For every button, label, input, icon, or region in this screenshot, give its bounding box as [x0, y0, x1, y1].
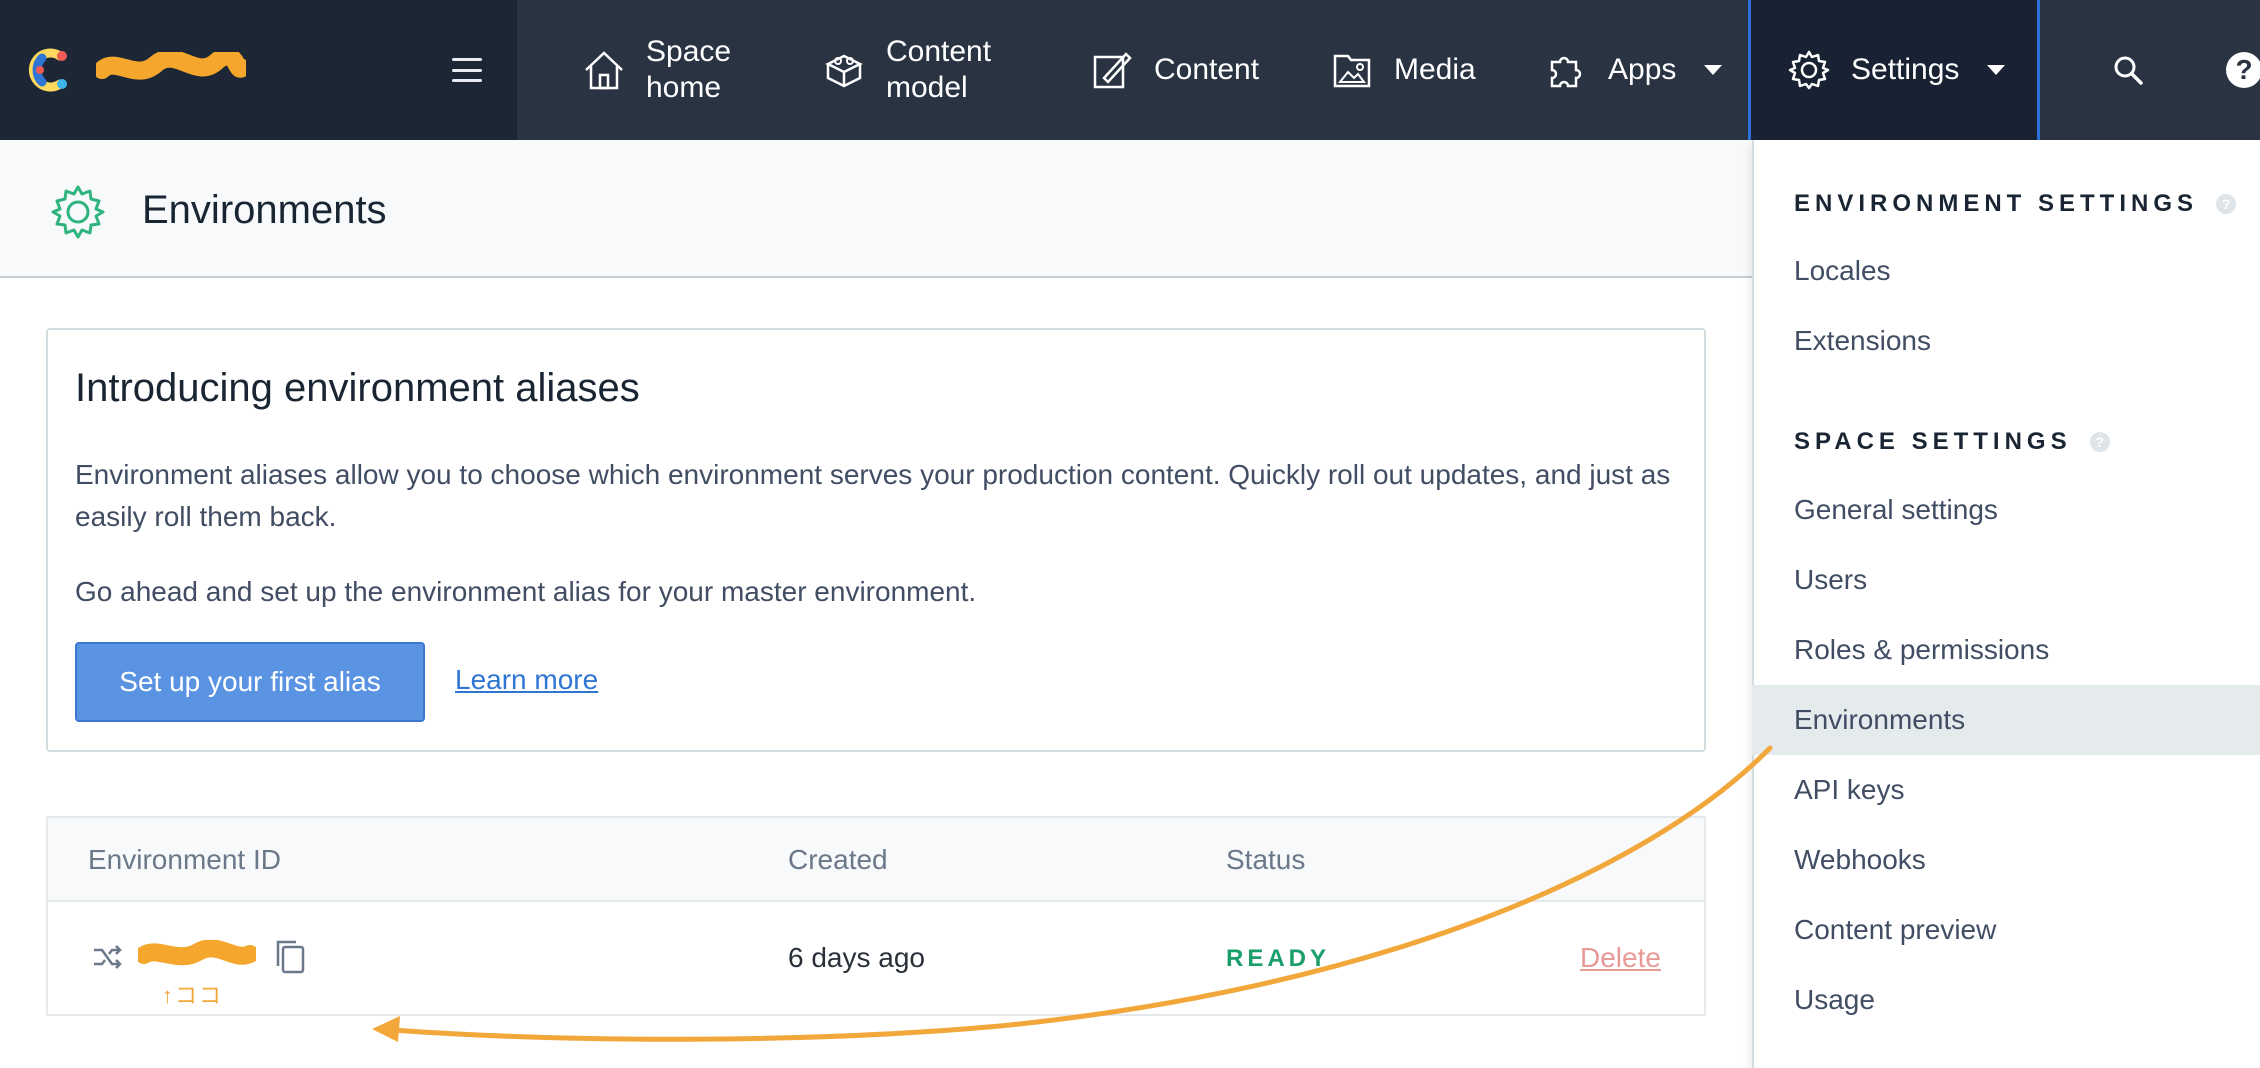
- nav-settings-label: Settings: [1851, 53, 1960, 86]
- alias-card-title: Introducing environment aliases: [75, 366, 640, 410]
- nav-space-home[interactable]: Space home: [582, 0, 731, 140]
- nav-apps[interactable]: Apps: [1544, 0, 1723, 140]
- column-header-environment-id: Environment ID: [88, 844, 281, 875]
- section-heading-space-settings: SPACE SETTINGS ?: [1794, 428, 2110, 456]
- media-icon: [1333, 54, 1371, 88]
- menu-item-extensions[interactable]: Extensions: [1752, 306, 2260, 376]
- menu-item-roles-permissions[interactable]: Roles & permissions: [1752, 615, 2260, 685]
- chevron-down-icon: [1704, 65, 1723, 75]
- column-header-status: Status: [1226, 844, 1306, 875]
- help-circle-icon[interactable]: ?: [2089, 432, 2110, 452]
- hamburger-icon[interactable]: [452, 58, 482, 82]
- alias-card-prompt: Go ahead and set up the environment alia…: [75, 576, 977, 607]
- section-heading-environment-settings: ENVIRONMENT SETTINGS ?: [1794, 190, 2237, 218]
- help-icon[interactable]: ?: [2226, 52, 2260, 88]
- apps-icon: [1550, 56, 1582, 88]
- environment-id-redacted: [138, 940, 256, 966]
- column-header-created: Created: [788, 844, 888, 875]
- menu-item-users[interactable]: Users: [1752, 545, 2260, 615]
- help-glyph: ?: [2235, 54, 2253, 85]
- nav-media-label: Media: [1394, 53, 1476, 86]
- nav-media[interactable]: Media: [1330, 0, 1476, 140]
- nav-content-model[interactable]: Content model: [822, 0, 991, 140]
- nav-content-model-label: Content model: [886, 35, 992, 104]
- top-navigation: Space home Content model Content Media A…: [0, 0, 2260, 140]
- space-switcher[interactable]: [0, 0, 517, 140]
- delete-link[interactable]: Delete: [1580, 940, 1661, 976]
- help-circle-icon[interactable]: ?: [2216, 194, 2237, 214]
- nav-settings[interactable]: Settings: [1748, 0, 2040, 140]
- copy-icon[interactable]: [272, 938, 308, 976]
- chevron-down-icon: [1987, 65, 2006, 75]
- section-heading-label: ENVIRONMENT SETTINGS: [1794, 190, 2199, 217]
- search-icon[interactable]: [2110, 52, 2146, 88]
- settings-gear-icon: [1788, 50, 1830, 90]
- environments-gear-icon: [51, 185, 105, 239]
- nav-space-home-label: Space home: [646, 35, 732, 104]
- contentful-logo-icon: [28, 48, 67, 92]
- menu-item-general-settings[interactable]: General settings: [1752, 475, 2260, 545]
- menu-item-locales[interactable]: Locales: [1752, 236, 2260, 306]
- annotation-label: ↑ココ: [162, 983, 224, 1008]
- page-title: Environments: [142, 188, 387, 232]
- nav-content[interactable]: Content: [1090, 0, 1259, 140]
- alias-card-description: Environment aliases allow you to choose …: [75, 459, 1671, 532]
- content-icon: [1093, 52, 1132, 89]
- setup-alias-button[interactable]: Set up your first alias: [75, 642, 425, 722]
- menu-item-api-keys[interactable]: API keys: [1752, 755, 2260, 825]
- space-name-redacted: [96, 52, 246, 80]
- menu-item-usage[interactable]: Usage: [1752, 965, 2260, 1035]
- menu-item-environments[interactable]: Environments: [1752, 685, 2260, 755]
- home-icon: [585, 51, 623, 90]
- section-heading-label: SPACE SETTINGS: [1794, 428, 2072, 455]
- created-cell: 6 days ago: [788, 942, 925, 973]
- alias-icon: [94, 945, 122, 969]
- learn-more-link[interactable]: Learn more: [455, 660, 598, 700]
- menu-item-webhooks[interactable]: Webhooks: [1752, 825, 2260, 895]
- status-badge: READY: [1226, 945, 1331, 972]
- menu-item-content-preview[interactable]: Content preview: [1752, 895, 2260, 965]
- nav-content-label: Content: [1154, 53, 1260, 86]
- nav-apps-label: Apps: [1608, 53, 1677, 86]
- content-model-icon: [825, 54, 863, 88]
